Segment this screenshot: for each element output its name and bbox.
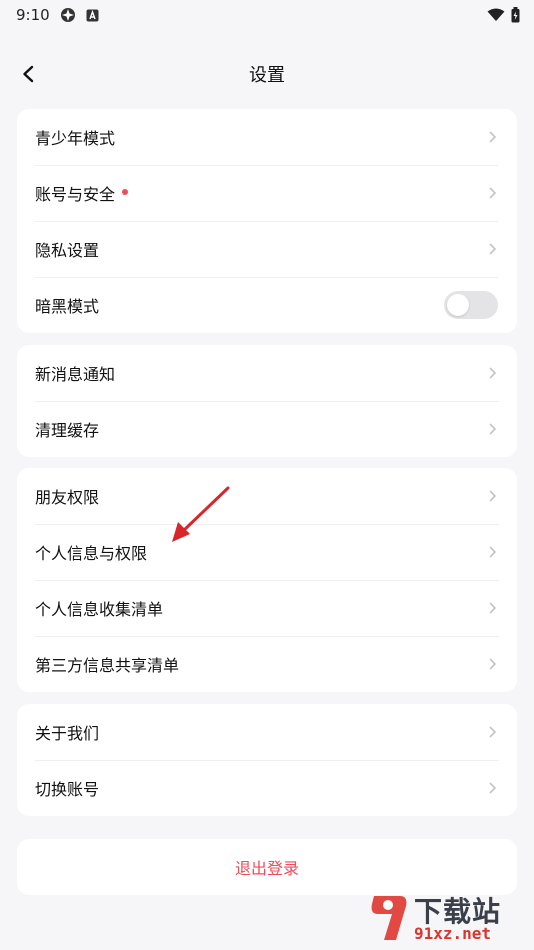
status-time: 9:10 [16,6,50,24]
chevron-right-icon [489,726,497,738]
row-label: 切换账号 [35,780,100,799]
row-label: 第三方信息共享清单 [35,656,180,675]
row-privacy-settings[interactable]: 隐私设置 [17,221,517,277]
watermark: 下载站 91xz.net [366,890,526,946]
row-label: 隐私设置 [35,241,100,260]
chevron-right-icon [489,187,497,199]
chevron-right-icon [489,367,497,379]
store-notification-icon [86,9,99,21]
row-clear-cache[interactable]: 清理缓存 [17,401,517,457]
row-new-message-notification[interactable]: 新消息通知 [17,345,517,401]
watermark-sub-text: 91xz.net [414,924,492,943]
row-label: 清理缓存 [35,421,100,440]
row-label: 个人信息与权限 [35,544,148,563]
row-label: 账号与安全 [35,185,116,204]
settings-group-privacy: 朋友权限 个人信息与权限 个人信息收集清单 第三方信息共享清单 [17,468,517,692]
wifi-icon [487,8,505,21]
row-personal-info-collection-list[interactable]: 个人信息收集清单 [17,580,517,636]
row-friend-permissions[interactable]: 朋友权限 [17,468,517,524]
chevron-right-icon [489,658,497,670]
header: 设置 [0,50,534,96]
row-switch-account[interactable]: 切换账号 [17,760,517,816]
chevron-right-icon [489,131,497,143]
page-title: 设置 [249,65,285,86]
row-dark-mode: 暗黑模式 [17,277,517,333]
row-personal-info-permissions[interactable]: 个人信息与权限 [17,524,517,580]
status-bar: 9:10 [0,0,534,30]
row-label: 个人信息收集清单 [35,600,164,619]
row-label: 朋友权限 [35,488,100,507]
settings-group-about: 关于我们 切换账号 [17,704,517,816]
chevron-right-icon [489,546,497,558]
battery-icon [511,7,520,23]
logout-label: 退出登录 [234,859,299,878]
logout-button[interactable]: 退出登录 [17,839,517,895]
row-label: 关于我们 [35,724,100,743]
chevron-right-icon [489,782,497,794]
chevron-right-icon [489,243,497,255]
row-third-party-sharing-list[interactable]: 第三方信息共享清单 [17,636,517,692]
chevron-right-icon [489,602,497,614]
row-label: 新消息通知 [35,365,116,384]
row-teen-mode[interactable]: 青少年模式 [17,109,517,165]
status-left: 9:10 [16,6,99,24]
settings-group-general: 新消息通知 清理缓存 [17,345,517,457]
dark-mode-toggle[interactable] [444,291,498,319]
watermark-logo-icon [371,896,407,940]
notification-dot [122,189,129,195]
row-account-security[interactable]: 账号与安全 [17,165,517,221]
app-notification-icon [60,8,75,22]
toggle-knob [447,294,469,316]
chevron-right-icon [489,423,497,435]
row-about-us[interactable]: 关于我们 [17,704,517,760]
status-right [487,7,520,23]
row-label: 暗黑模式 [35,297,100,316]
chevron-right-icon [489,490,497,502]
row-label: 青少年模式 [35,129,116,148]
annotation-arrow-icon [172,486,230,542]
settings-group-account: 青少年模式 账号与安全 隐私设置 暗黑模式 [17,109,517,333]
